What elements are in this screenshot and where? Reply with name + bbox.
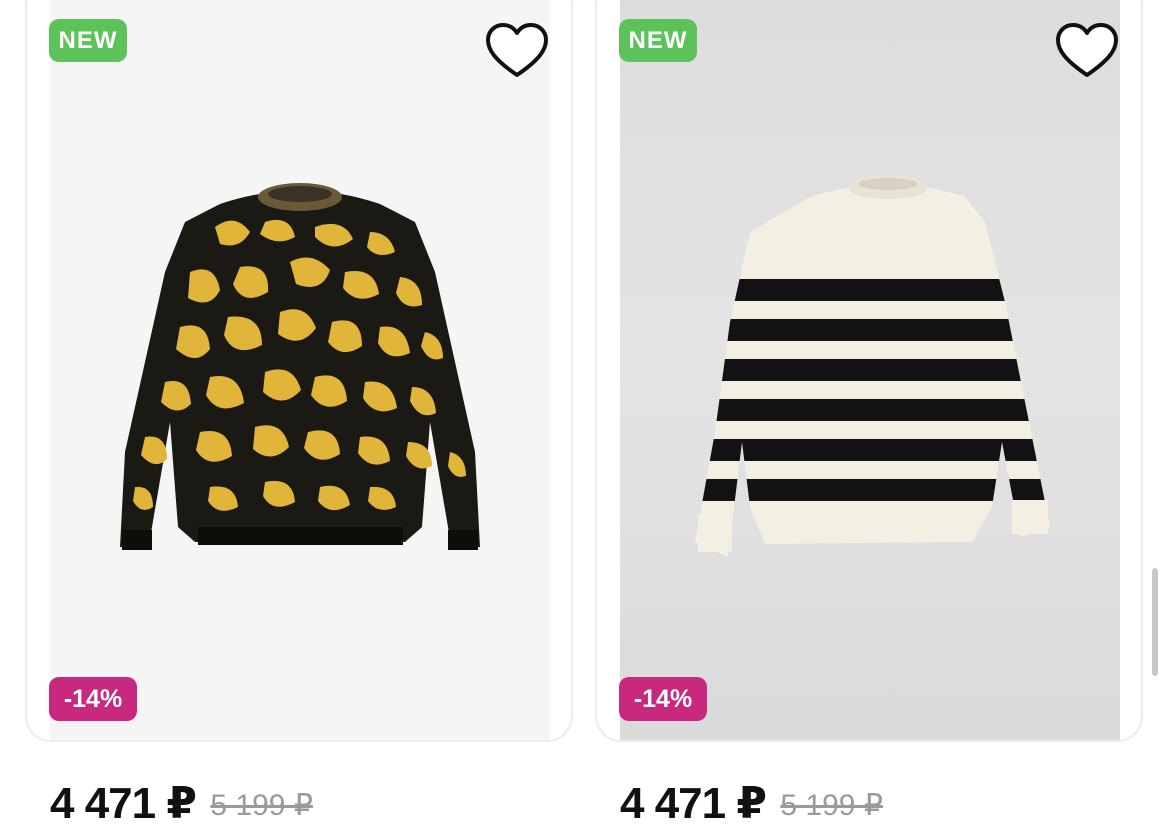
- discount-badge: -14%: [49, 677, 137, 721]
- heart-outline-icon: [486, 23, 548, 77]
- product-card[interactable]: NEW -14%: [595, 0, 1143, 742]
- new-badge: NEW: [49, 19, 127, 62]
- favorite-button[interactable]: [1055, 22, 1119, 80]
- heart-outline-icon: [1056, 23, 1118, 77]
- product-image[interactable]: [620, 0, 1120, 740]
- new-badge: NEW: [619, 19, 697, 62]
- striped-sweater-image: [695, 175, 1050, 557]
- product-card[interactable]: NEW -14%: [25, 0, 573, 742]
- price-row: 4 471 ₽ 5 199 ₽: [620, 778, 883, 838]
- old-price: 5 199 ₽: [210, 789, 313, 822]
- leopard-sweater-image: [120, 183, 480, 550]
- product-image[interactable]: [50, 0, 550, 740]
- discount-badge: -14%: [619, 677, 707, 721]
- favorite-button[interactable]: [485, 22, 549, 80]
- price-row: 4 471 ₽ 5 199 ₽: [50, 778, 313, 838]
- current-price: 4 471 ₽: [50, 779, 197, 828]
- old-price: 5 199 ₽: [780, 789, 883, 822]
- current-price: 4 471 ₽: [620, 779, 767, 828]
- scrollbar[interactable]: [1152, 568, 1158, 676]
